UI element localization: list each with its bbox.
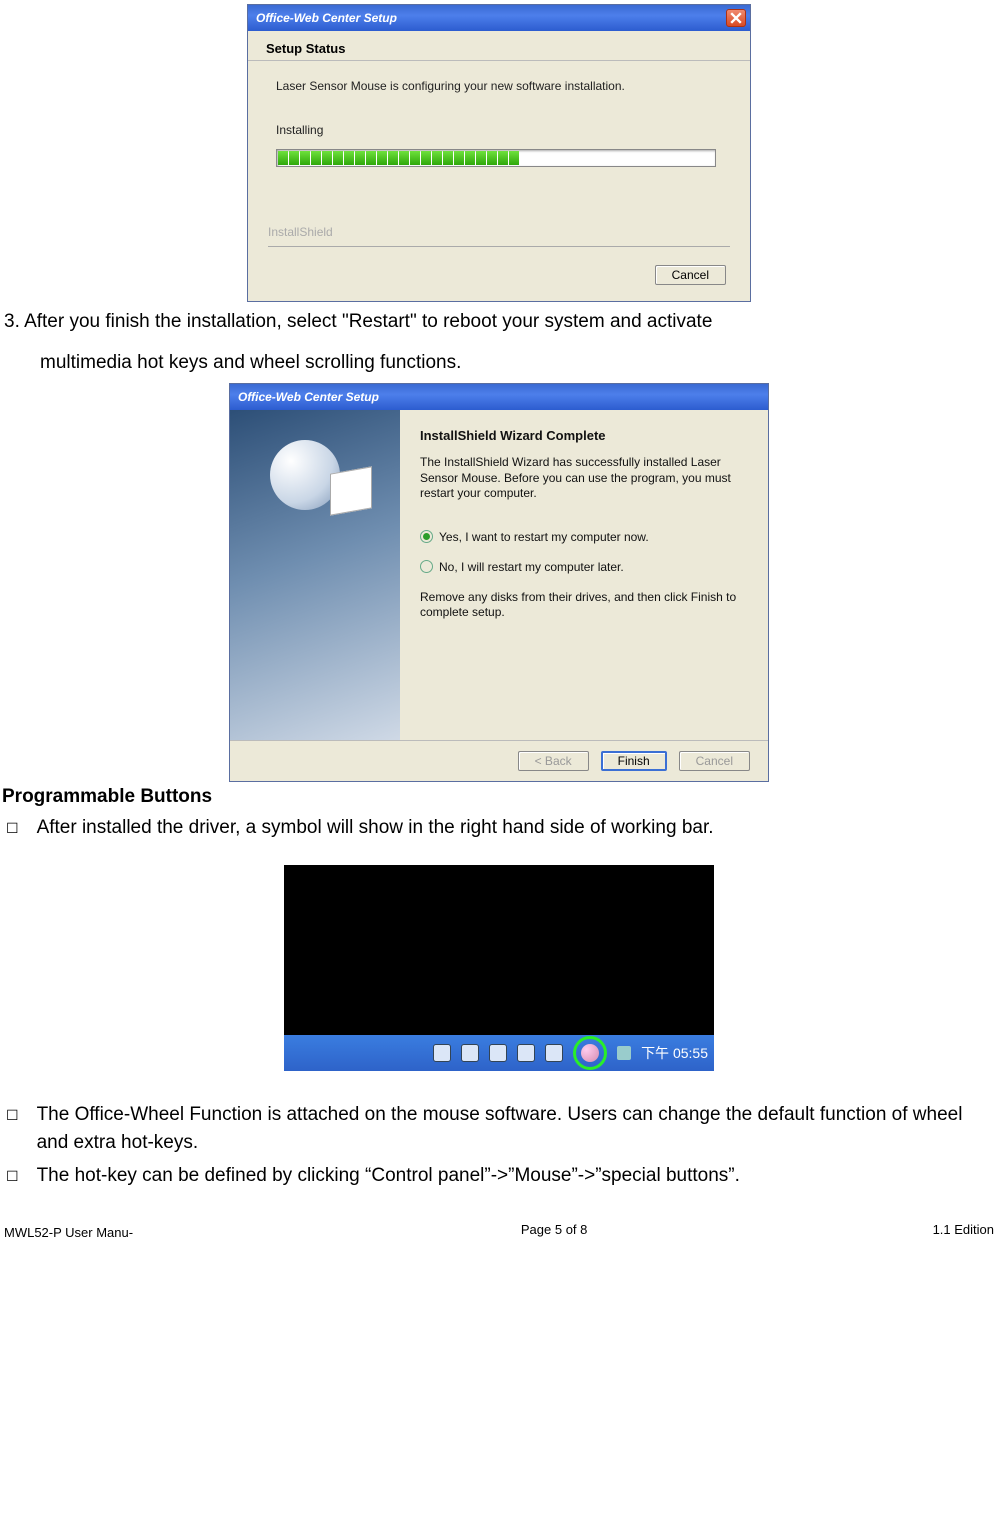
highlighted-tray-icon[interactable] — [573, 1036, 607, 1070]
titlebar-text: Office-Web Center Setup — [238, 390, 764, 404]
setup-status-dialog: Office-Web Center Setup Setup Status Las… — [247, 4, 751, 302]
close-icon[interactable] — [726, 9, 746, 27]
bullet-text: The Office-Wheel Function is attached on… — [37, 1101, 996, 1158]
status-text: Laser Sensor Mouse is configuring your n… — [276, 79, 722, 93]
cancel-button[interactable]: Cancel — [655, 265, 726, 285]
section-heading: Programmable Buttons — [0, 782, 998, 812]
tray-display-icon[interactable] — [489, 1044, 507, 1062]
wizard-paragraph2: Remove any disks from their drives, and … — [420, 590, 748, 621]
progress-bar — [276, 149, 716, 167]
titlebar: Office-Web Center Setup — [248, 5, 750, 31]
back-button[interactable]: < Back — [518, 751, 589, 771]
bullet-text: The hot-key can be defined by clicking “… — [37, 1162, 996, 1191]
taskbar-screenshot: 下午 05:55 — [284, 865, 714, 1071]
restart-yes-radio[interactable]: Yes, I want to restart my computer now. — [420, 530, 748, 544]
restart-no-radio[interactable]: No, I will restart my computer later. — [420, 560, 748, 574]
wizard-paragraph: The InstallShield Wizard has successfull… — [420, 455, 748, 502]
tray-misc-icon[interactable] — [617, 1046, 631, 1060]
wizard-heading: InstallShield Wizard Complete — [420, 428, 748, 443]
radio-icon — [420, 560, 433, 573]
wizard-complete-dialog: Office-Web Center Setup InstallShield Wi… — [229, 383, 769, 782]
tray-pen-icon[interactable] — [461, 1044, 479, 1062]
wizard-sidebar-image — [230, 410, 400, 740]
taskbar: 下午 05:55 — [284, 1035, 714, 1071]
bullet-icon: ☐ — [6, 1162, 19, 1191]
dialog-subheading: Setup Status — [248, 31, 750, 61]
mouse-software-icon — [581, 1044, 599, 1062]
installing-label: Installing — [276, 123, 722, 137]
step3-line1: 3. After you finish the installation, se… — [0, 302, 998, 343]
divider — [268, 246, 730, 247]
tray-keyboard-icon[interactable] — [433, 1044, 451, 1062]
footer-right: 1.1 Edition — [933, 1222, 994, 1241]
list-item: ☐ The Office-Wheel Function is attached … — [0, 1099, 998, 1160]
taskbar-clock: 下午 05:55 — [641, 1043, 708, 1063]
finish-button[interactable]: Finish — [601, 751, 667, 771]
bullet-icon: ☐ — [6, 1101, 19, 1158]
radio-label: No, I will restart my computer later. — [439, 560, 624, 574]
desktop-area — [284, 865, 714, 1035]
list-item: ☐ The hot-key can be defined by clicking… — [0, 1160, 998, 1193]
installshield-label: InstallShield — [268, 225, 333, 239]
footer-left: MWL52-P User Manu- — [4, 1222, 176, 1241]
cancel-button[interactable]: Cancel — [679, 751, 750, 771]
tray-network-icon[interactable] — [545, 1044, 563, 1062]
list-item: ☐ After installed the driver, a symbol w… — [0, 812, 998, 845]
radio-label: Yes, I want to restart my computer now. — [439, 530, 649, 544]
footer-center: Page 5 of 8 — [521, 1222, 588, 1241]
page-footer: MWL52-P User Manu- Page 5 of 8 1.1 Editi… — [0, 1192, 998, 1249]
bullet-icon: ☐ — [6, 814, 19, 843]
titlebar-text: Office-Web Center Setup — [256, 11, 726, 25]
tray-help-icon[interactable] — [517, 1044, 535, 1062]
radio-icon — [420, 530, 433, 543]
bullet-text: After installed the driver, a symbol wil… — [37, 814, 996, 843]
step3-line2: multimedia hot keys and wheel scrolling … — [0, 343, 998, 384]
titlebar: Office-Web Center Setup — [230, 384, 768, 410]
